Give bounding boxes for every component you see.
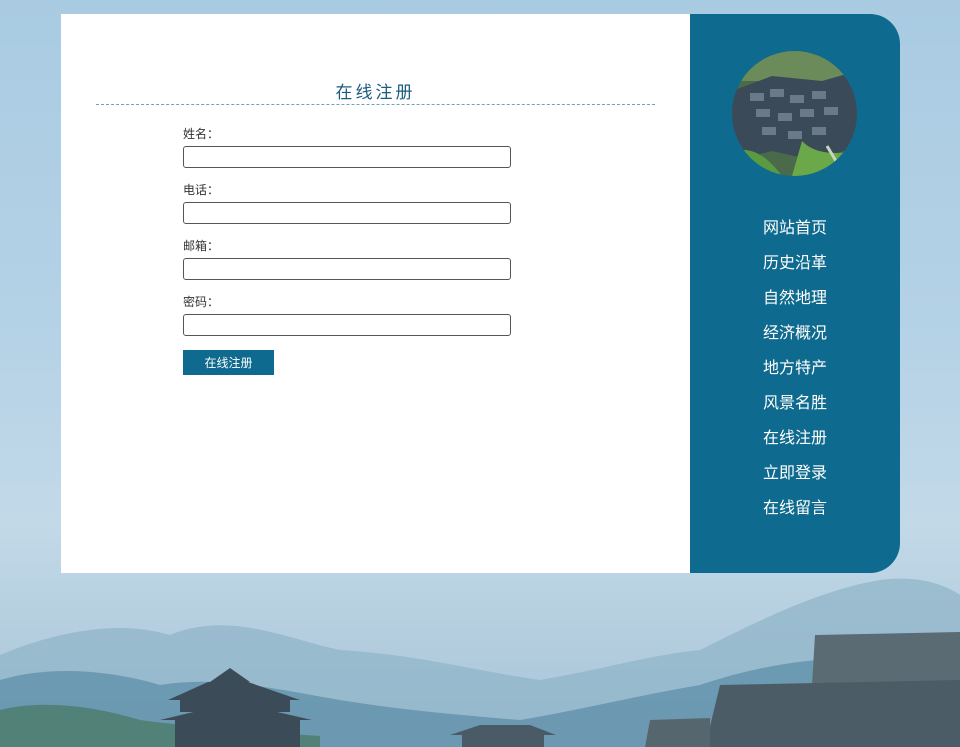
registration-panel: 在线注册 姓名： 电话： 邮箱： 密码： 在线注册 — [61, 14, 690, 573]
background-scenery — [0, 578, 960, 747]
phone-field[interactable] — [183, 202, 511, 224]
nav-item-economy[interactable]: 经济概况 — [690, 317, 900, 352]
nav-item-home[interactable]: 网站首页 — [690, 212, 900, 247]
nav-item-history[interactable]: 历史沿革 — [690, 247, 900, 282]
phone-label: 电话： — [183, 183, 220, 197]
sidebar: 网站首页 历史沿革 自然地理 经济概况 地方特产 风景名胜 在线注册 立即登录 … — [690, 14, 900, 573]
nav-item-geography[interactable]: 自然地理 — [690, 282, 900, 317]
title-divider — [96, 104, 655, 105]
name-field[interactable] — [183, 146, 511, 168]
sidebar-nav: 网站首页 历史沿革 自然地理 经济概况 地方特产 风景名胜 在线注册 立即登录 … — [690, 212, 900, 527]
nav-item-specialties[interactable]: 地方特产 — [690, 352, 900, 387]
register-button[interactable]: 在线注册 — [183, 350, 274, 375]
nav-item-scenic-spots[interactable]: 风景名胜 — [690, 387, 900, 422]
email-field[interactable] — [183, 258, 511, 280]
password-field[interactable] — [183, 314, 511, 336]
village-photo-avatar — [732, 51, 857, 176]
email-label: 邮箱： — [183, 239, 220, 253]
password-label: 密码： — [183, 295, 220, 309]
name-label: 姓名： — [183, 127, 220, 141]
village-aerial-icon — [732, 51, 857, 176]
nav-item-login[interactable]: 立即登录 — [690, 457, 900, 492]
form-title: 在线注册 — [335, 83, 416, 103]
nav-item-register[interactable]: 在线注册 — [690, 422, 900, 457]
nav-item-message[interactable]: 在线留言 — [690, 492, 900, 527]
